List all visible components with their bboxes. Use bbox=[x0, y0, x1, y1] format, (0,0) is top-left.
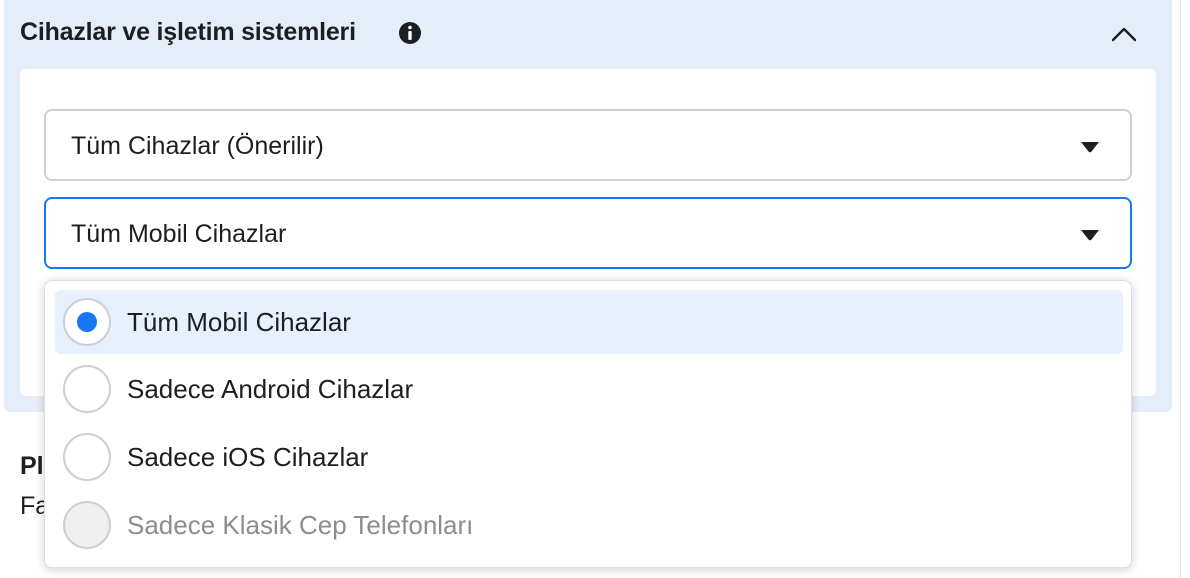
next-section-title: Pl bbox=[20, 452, 44, 480]
option-feature-phones-only: Sadece Klasik Cep Telefonları bbox=[55, 493, 1123, 557]
option-label: Sadece Klasik Cep Telefonları bbox=[127, 510, 474, 540]
option-android-only[interactable]: Sadece Android Cihazlar bbox=[55, 357, 1123, 421]
radio-unselected[interactable] bbox=[63, 433, 111, 481]
caret-down-icon bbox=[1081, 142, 1099, 153]
info-icon[interactable] bbox=[398, 21, 422, 45]
radio-disabled bbox=[63, 501, 111, 549]
mobile-devices-select[interactable]: Tüm Mobil Cihazlar bbox=[44, 197, 1132, 269]
mobile-devices-dropdown: Tüm Mobil Cihazlar Sadece Android Cihazl… bbox=[44, 280, 1132, 568]
section-header: Cihazlar ve işletim sistemleri bbox=[4, 0, 1172, 68]
option-label: Tüm Mobil Cihazlar bbox=[127, 307, 351, 337]
devices-select-value: Tüm Cihazlar (Önerilir) bbox=[71, 132, 324, 160]
option-label: Sadece iOS Cihazlar bbox=[127, 442, 369, 472]
option-all-mobile[interactable]: Tüm Mobil Cihazlar bbox=[55, 290, 1123, 354]
section-title: Cihazlar ve işletim sistemleri bbox=[20, 18, 356, 46]
radio-unselected[interactable] bbox=[63, 365, 111, 413]
scrollbar-track[interactable] bbox=[1180, 0, 1190, 578]
page: Cihazlar ve işletim sistemleri Tüm Cihaz… bbox=[0, 0, 1190, 578]
devices-select[interactable]: Tüm Cihazlar (Önerilir) bbox=[44, 109, 1132, 181]
option-label: Sadece Android Cihazlar bbox=[127, 374, 414, 404]
option-ios-only[interactable]: Sadece iOS Cihazlar bbox=[55, 425, 1123, 489]
caret-down-icon bbox=[1081, 230, 1099, 241]
mobile-select-value: Tüm Mobil Cihazlar bbox=[71, 220, 287, 248]
chevron-up-icon bbox=[1111, 27, 1137, 42]
radio-selected[interactable] bbox=[63, 298, 111, 346]
collapse-button[interactable] bbox=[1104, 14, 1144, 54]
